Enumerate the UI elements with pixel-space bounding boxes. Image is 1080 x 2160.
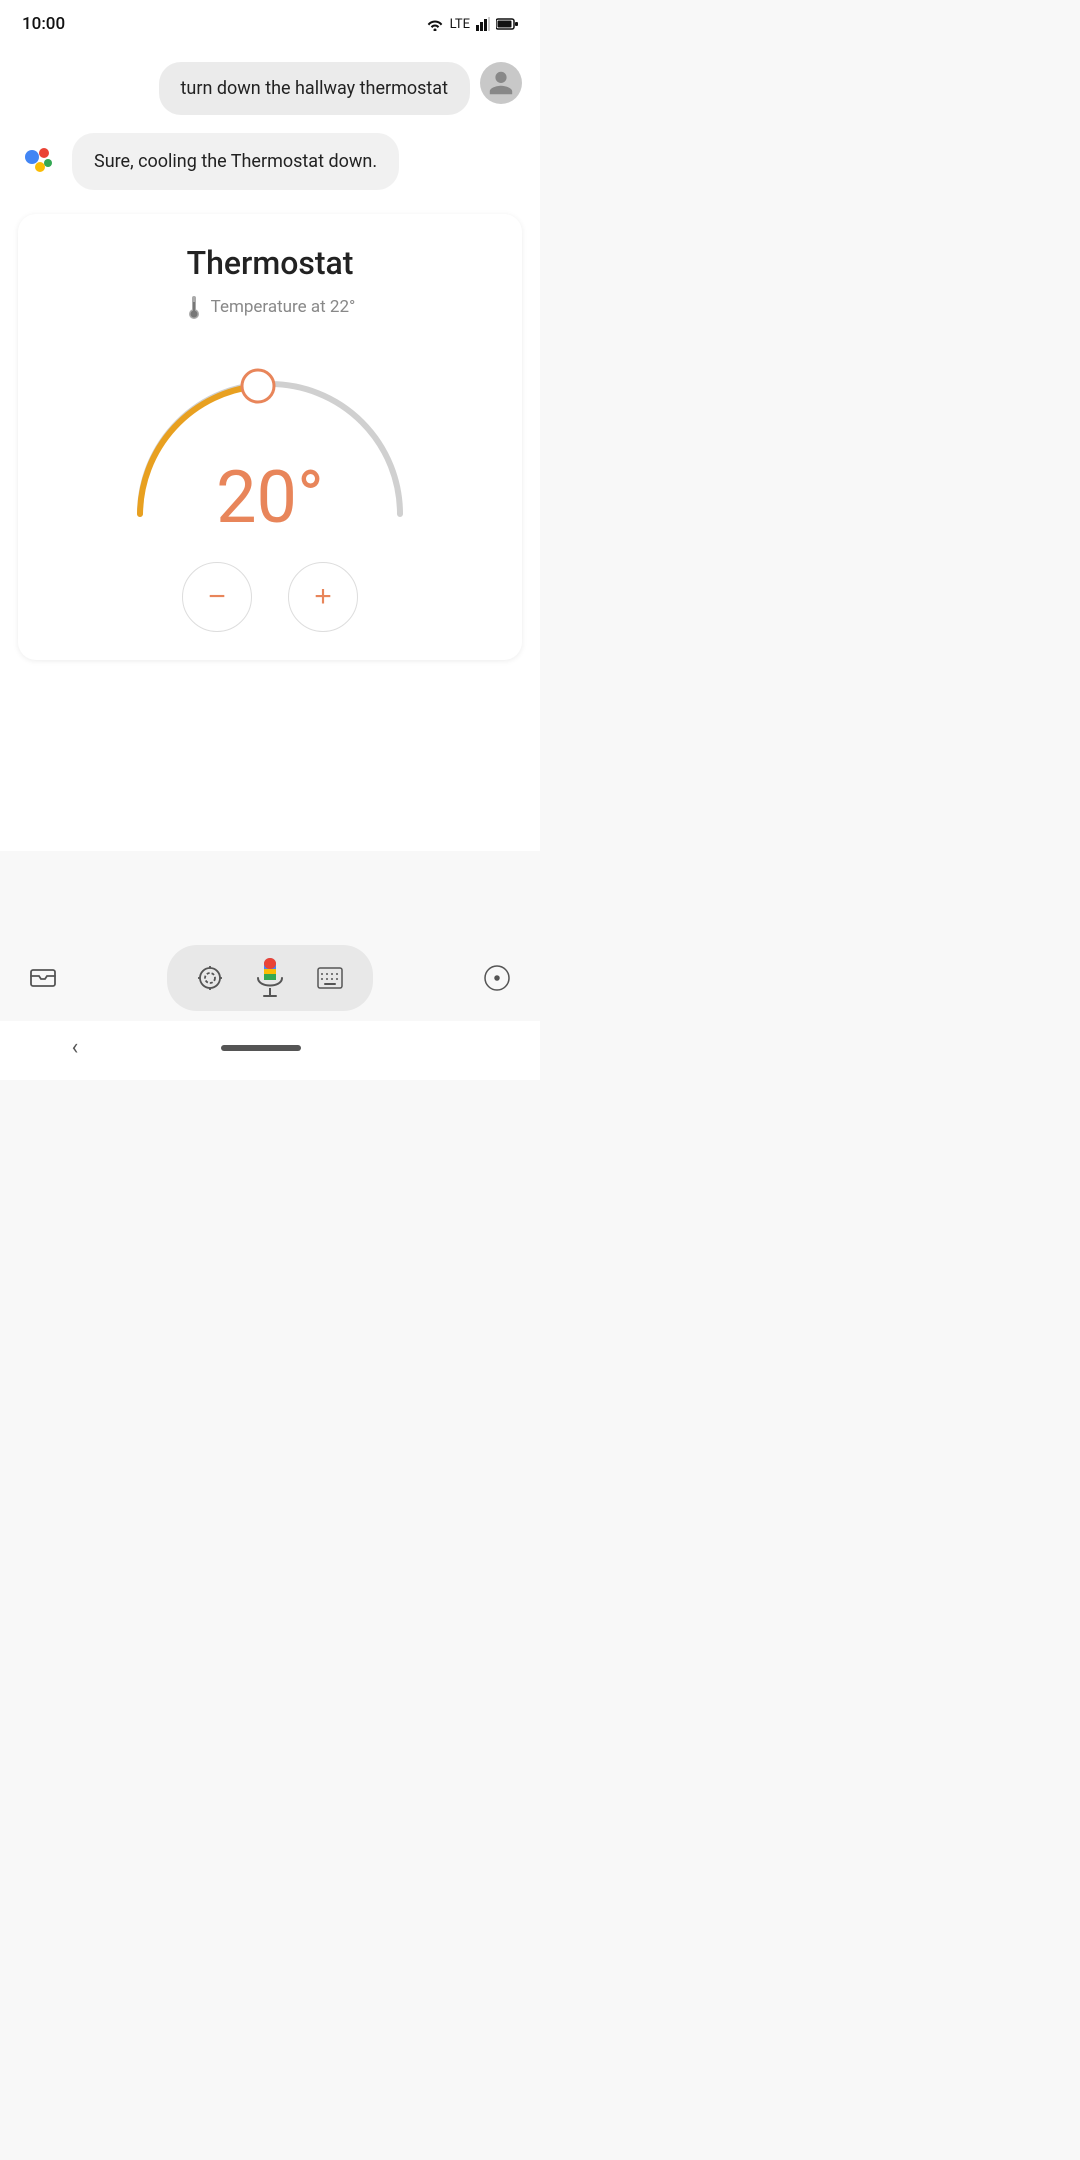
arc-dial[interactable]: 20° xyxy=(110,334,430,534)
assistant-message-row: Sure, cooling the Thermostat down. xyxy=(18,133,522,190)
user-bubble: turn down the hallway thermostat xyxy=(159,62,470,115)
back-button[interactable]: ‹ xyxy=(72,1035,79,1060)
compass-icon[interactable] xyxy=(478,959,516,997)
status-time: 10:00 xyxy=(22,14,65,34)
assistant-bubble: Sure, cooling the Thermostat down. xyxy=(72,133,399,190)
temp-label-row: Temperature at 22° xyxy=(185,294,356,320)
inbox-icon[interactable] xyxy=(24,959,62,997)
temp-label: Temperature at 22° xyxy=(211,297,356,317)
thermometer-icon xyxy=(185,294,203,320)
decrease-button[interactable]: − xyxy=(182,562,252,632)
signal-icon xyxy=(476,17,490,31)
microphone-button[interactable] xyxy=(247,955,293,1001)
lte-label: LTE xyxy=(450,17,470,32)
bottom-spacer xyxy=(0,851,540,931)
thermostat-title: Thermostat xyxy=(187,244,354,282)
chat-area: turn down the hallway thermostat Sure, c… xyxy=(0,42,540,851)
status-bar: 10:00 LTE xyxy=(0,0,540,42)
user-avatar xyxy=(480,62,522,104)
increase-button[interactable]: + xyxy=(288,562,358,632)
temp-display: 20° xyxy=(216,462,324,534)
keyboard-icon[interactable] xyxy=(311,959,349,997)
lens-icon[interactable] xyxy=(191,959,229,997)
controls-row: − + xyxy=(182,562,358,632)
assistant-input-pill[interactable] xyxy=(167,945,373,1011)
bottom-bar xyxy=(0,931,540,1021)
nav-bar: ‹ xyxy=(0,1021,540,1080)
home-pill[interactable] xyxy=(221,1045,301,1051)
assistant-dots-icon xyxy=(18,137,62,181)
google-assistant-logo xyxy=(18,137,62,181)
status-icons: LTE xyxy=(426,17,518,32)
person-icon xyxy=(487,69,515,97)
battery-icon xyxy=(496,18,518,30)
wifi-icon xyxy=(426,17,444,31)
user-message-row: turn down the hallway thermostat xyxy=(18,62,522,115)
thermostat-card: Thermostat Temperature at 22° 20° xyxy=(18,214,522,660)
